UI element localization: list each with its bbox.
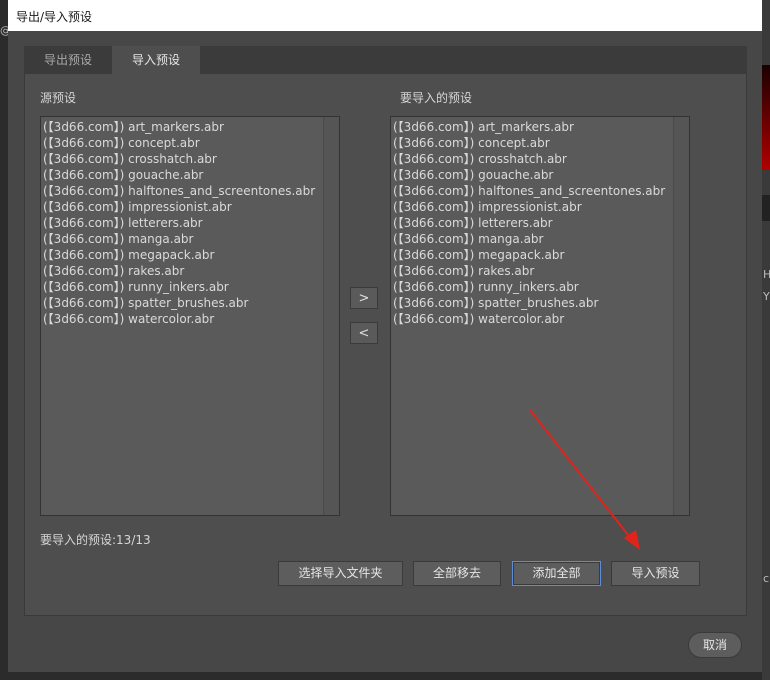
source-list-scrollbar[interactable]	[323, 117, 339, 515]
add-all-button[interactable]: 添加全部	[512, 561, 601, 586]
target-list-item[interactable]: (【3d66.com】) rakes.abr	[393, 263, 689, 279]
target-list-item[interactable]: (【3d66.com】) concept.abr	[393, 135, 689, 151]
remove-all-button[interactable]: 全部移去	[413, 561, 501, 586]
background-glyph-y: Y	[763, 290, 770, 303]
source-list-item[interactable]: (【3d66.com】) concept.abr	[43, 135, 339, 151]
cancel-button[interactable]: 取消	[688, 632, 742, 658]
background-glyph-h: H	[763, 268, 770, 281]
tab-export-presets[interactable]: 导出预设	[24, 46, 113, 74]
target-list-item[interactable]: (【3d66.com】) art_markers.abr	[393, 119, 689, 135]
source-list-item[interactable]: (【3d66.com】) megapack.abr	[43, 247, 339, 263]
source-list-item[interactable]: (【3d66.com】) crosshatch.abr	[43, 151, 339, 167]
source-list-item[interactable]: (【3d66.com】) runny_inkers.abr	[43, 279, 339, 295]
target-list-item[interactable]: (【3d66.com】) manga.abr	[393, 231, 689, 247]
choose-import-folder-button[interactable]: 选择导入文件夹	[278, 561, 403, 586]
target-list-item[interactable]: (【3d66.com】) letterers.abr	[393, 215, 689, 231]
source-list-item[interactable]: (【3d66.com】) gouache.abr	[43, 167, 339, 183]
source-list-item[interactable]: (【3d66.com】) watercolor.abr	[43, 311, 339, 327]
window-title: 导出/导入预设	[16, 10, 93, 24]
target-presets-list[interactable]: (【3d66.com】) art_markers.abr (【3d66.com】)…	[390, 116, 690, 516]
remove-preset-button[interactable]: <	[350, 322, 378, 344]
source-presets-list[interactable]: (【3d66.com】) art_markers.abr (【3d66.com】)…	[40, 116, 340, 516]
add-preset-button[interactable]: >	[350, 287, 378, 309]
target-list-scrollbar[interactable]	[673, 117, 689, 515]
source-list-item[interactable]: (【3d66.com】) manga.abr	[43, 231, 339, 247]
background-color-swatch	[762, 65, 770, 170]
background-panel-bar	[762, 195, 770, 221]
import-count-text: 要导入的预设:13/13	[40, 533, 151, 547]
target-list-item[interactable]: (【3d66.com】) megapack.abr	[393, 247, 689, 263]
target-list-item[interactable]: (【3d66.com】) impressionist.abr	[393, 199, 689, 215]
target-presets-label: 要导入的预设	[400, 91, 473, 105]
source-list-item[interactable]: (【3d66.com】) art_markers.abr	[43, 119, 339, 135]
source-list-item[interactable]: (【3d66.com】) impressionist.abr	[43, 199, 339, 215]
tab-strip: 导出预设 导入预设	[24, 46, 747, 74]
target-list-item[interactable]: (【3d66.com】) runny_inkers.abr	[393, 279, 689, 295]
target-list-item[interactable]: (【3d66.com】) crosshatch.abr	[393, 151, 689, 167]
export-import-presets-dialog: 导出/导入预设 导出预设 导入预设 源预设 要导入的预设 (【3d66.com】…	[8, 0, 762, 672]
target-list-item[interactable]: (【3d66.com】) halftones_and_screentones.a…	[393, 183, 689, 199]
target-list-item[interactable]: (【3d66.com】) gouache.abr	[393, 167, 689, 183]
target-list-item[interactable]: (【3d66.com】) watercolor.abr	[393, 311, 689, 327]
source-list-item[interactable]: (【3d66.com】) halftones_and_screentones.a…	[43, 183, 339, 199]
source-list-item[interactable]: (【3d66.com】) rakes.abr	[43, 263, 339, 279]
title-bar[interactable]: 导出/导入预设	[8, 0, 762, 31]
source-list-item[interactable]: (【3d66.com】) letterers.abr	[43, 215, 339, 231]
source-presets-label: 源预设	[40, 91, 77, 105]
tab-import-presets[interactable]: 导入预设	[112, 46, 200, 74]
source-list-item[interactable]: (【3d66.com】) spatter_brushes.abr	[43, 295, 339, 311]
target-list-item[interactable]: (【3d66.com】) spatter_brushes.abr	[393, 295, 689, 311]
background-glyph-c: c	[763, 572, 770, 585]
import-presets-button[interactable]: 导入预设	[611, 561, 700, 586]
